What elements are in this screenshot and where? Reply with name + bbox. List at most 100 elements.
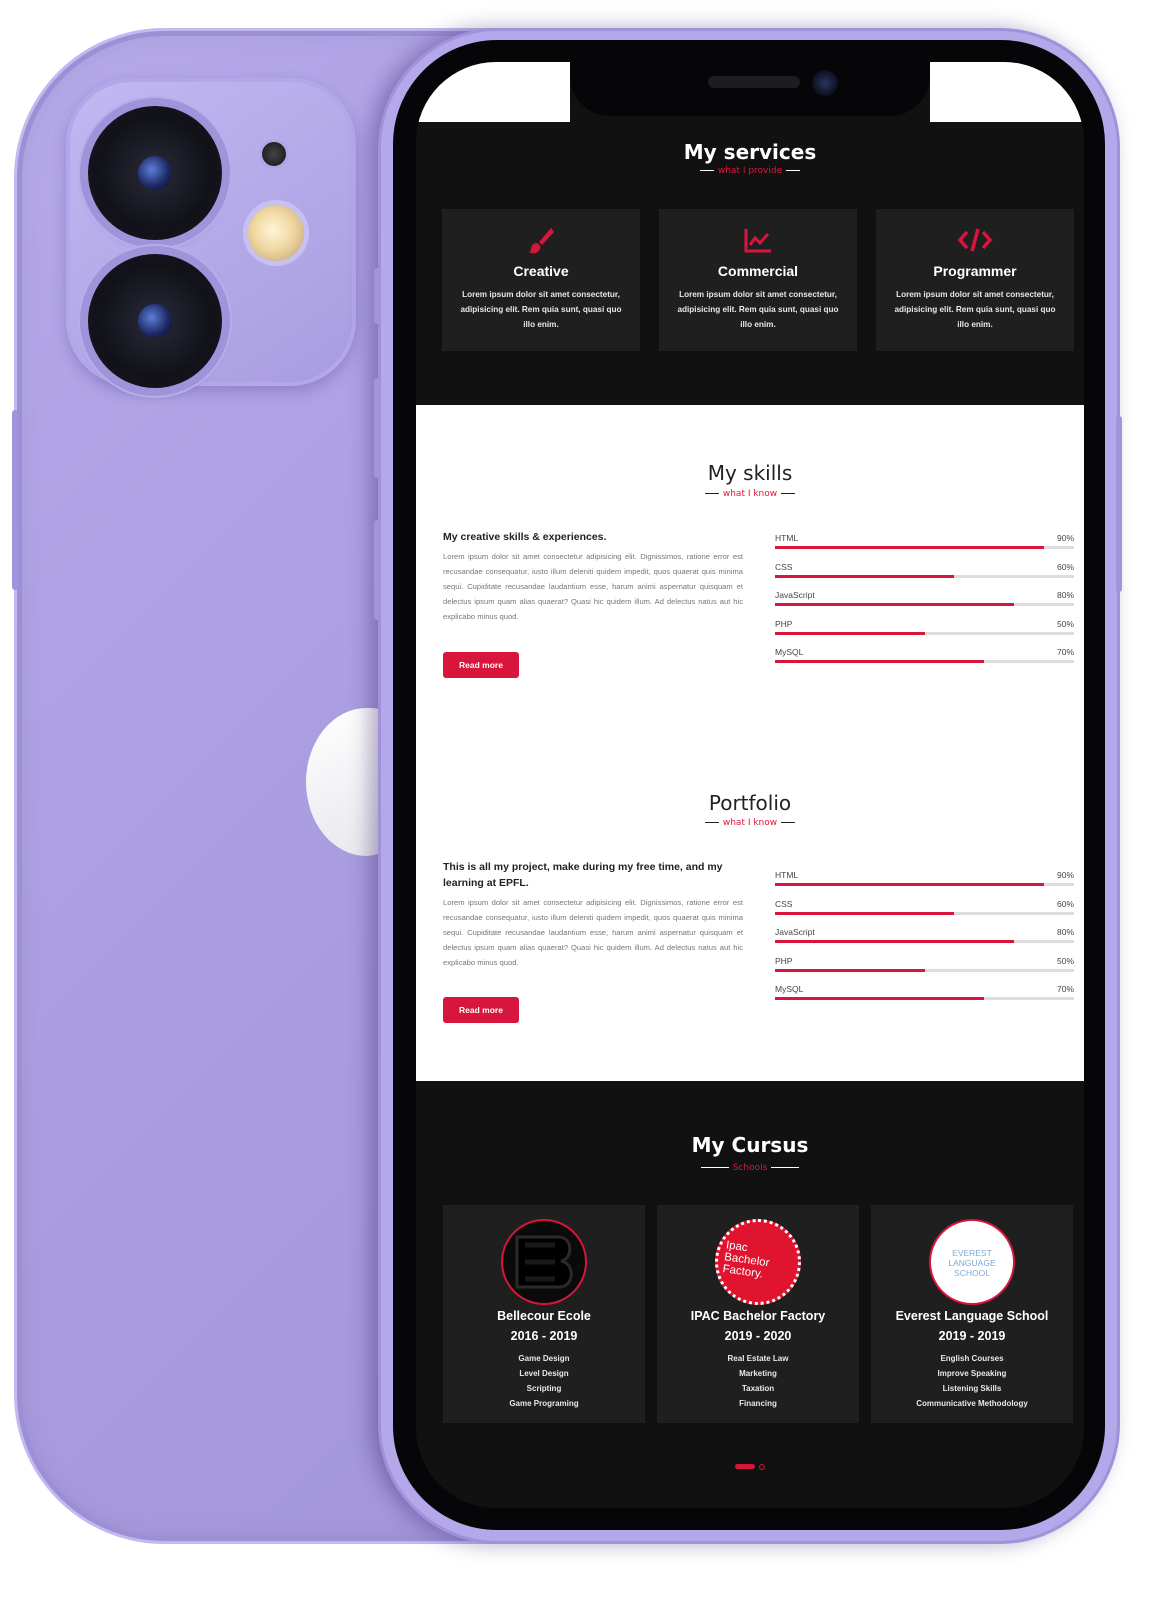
service-card-programmer[interactable]: Programmer Lorem ipsum dolor sit amet co… (876, 209, 1074, 351)
school-card-ipac[interactable]: Ipac Bachelor Factory. IPAC Bachelor Fac… (657, 1205, 859, 1423)
service-title: Creative (513, 263, 569, 279)
skill-bar-label: MySQL (775, 647, 804, 657)
skill-bar-label: PHP (775, 955, 793, 966)
school-name: IPAC Bachelor Factory (690, 1309, 826, 1323)
ipac-logo-icon: Ipac Bachelor Factory. (715, 1219, 801, 1305)
skill-bar-row: CSS 60% (775, 899, 1074, 928)
skill-bar-row: HTML 90% (775, 870, 1074, 899)
service-card-commercial[interactable]: Commercial Lorem ipsum dolor sit amet co… (659, 209, 857, 351)
school-item: Marketing (739, 1369, 777, 1378)
school-item: Financing (739, 1399, 777, 1408)
skill-bar-row: PHP 50% (775, 619, 1074, 648)
skill-bar-percent: 80% (1056, 590, 1074, 600)
portfolio-subtitle: what I know (416, 818, 1084, 828)
skills-read-more-button[interactable]: Read more (443, 652, 519, 678)
skill-bar-label: JavaScript (775, 590, 815, 600)
skill-bar-row: CSS 60% (775, 562, 1074, 591)
portfolio-text: Lorem ipsum dolor sit amet consectetur a… (443, 898, 743, 967)
volume-button-mid (374, 378, 380, 478)
volume-button-up (374, 268, 380, 324)
pager-dot-active[interactable] (735, 1464, 755, 1469)
skill-bar-percent: 50% (1056, 618, 1074, 629)
skill-bar-percent: 80% (1056, 927, 1074, 937)
skill-bar-label: HTML (775, 870, 799, 880)
skill-bar-label: HTML (775, 533, 799, 543)
skills-portfolio-section: My skills what I know My creative skills… (416, 405, 1084, 1081)
skill-bar-fill (775, 574, 955, 578)
school-items: Game Design Level Design Scripting Game … (443, 1351, 645, 1411)
school-items: Real Estate Law Marketing Taxation Finan… (657, 1351, 859, 1411)
service-desc: Lorem ipsum dolor sit amet consectetur, … (894, 290, 1056, 329)
chart-line-icon (659, 225, 857, 255)
microphone-dot (262, 142, 286, 166)
skills-title: My skills (707, 461, 793, 485)
services-subtitle: what I provide (416, 166, 1084, 176)
ipac-logo-text: Ipac Bachelor Factory. (721, 1239, 771, 1281)
skills-subtitle: what I know (416, 489, 1084, 499)
bellecour-logo-icon (501, 1219, 587, 1305)
school-item: Communicative Methodology (916, 1399, 1028, 1408)
school-card-everest[interactable]: EVEREST LANGUAGE SCHOOL Everest Language… (871, 1205, 1073, 1423)
skill-bar-percent: 90% (1056, 533, 1074, 543)
skill-bar-track (775, 997, 1074, 1000)
school-item: Real Estate Law (727, 1354, 789, 1363)
school-item: Game Programing (509, 1399, 579, 1408)
skill-bar-label: PHP (775, 618, 793, 629)
volume-button-down (374, 520, 380, 620)
skill-bar-row: HTML 90% (775, 533, 1074, 562)
school-item: Listening Skills (942, 1384, 1002, 1393)
skill-bar-fill (775, 660, 985, 663)
school-years: 2016 - 2019 (510, 1329, 578, 1343)
earpiece-speaker (708, 76, 800, 88)
skill-bar-percent: 50% (1056, 955, 1074, 966)
cursus-section: My Cursus Schools Bellecour Ecole 2016 -… (416, 1081, 1084, 1508)
skill-bar-row: MySQL 70% (775, 647, 1074, 676)
services-title: My services (683, 140, 817, 164)
school-card-bellecour[interactable]: Bellecour Ecole 2016 - 2019 Game Design … (443, 1205, 645, 1423)
skills-heading: My creative skills & experiences. (443, 531, 607, 543)
code-icon (876, 225, 1074, 255)
school-item: Scripting (526, 1384, 562, 1393)
skill-bar-track (775, 940, 1074, 943)
side-button (12, 410, 18, 590)
skill-bar-track (775, 546, 1074, 549)
school-item: Game Design (518, 1354, 570, 1363)
skill-bar-label: MySQL (775, 984, 804, 994)
skill-bar-track (775, 883, 1074, 886)
school-item: Taxation (741, 1384, 775, 1393)
everest-logo-icon: EVEREST LANGUAGE SCHOOL (929, 1219, 1015, 1305)
status-bar-left (416, 62, 570, 122)
school-items: English Courses Improve Speaking Listeni… (871, 1351, 1073, 1411)
everest-logo-text: EVEREST LANGUAGE SCHOOL (948, 1248, 996, 1278)
portfolio-heading: This is all my project, make during my f… (443, 861, 723, 889)
page-indicator[interactable] (416, 1456, 1084, 1475)
skill-bar-row: MySQL 70% (775, 984, 1074, 1013)
front-camera-icon (812, 70, 838, 96)
skill-bar-fill (775, 883, 1045, 886)
skill-bar-fill (775, 546, 1045, 549)
service-card-creative[interactable]: Creative Lorem ipsum dolor sit amet cons… (442, 209, 640, 351)
skill-bar-label: CSS (775, 898, 793, 909)
skill-bar-fill (775, 911, 955, 915)
skill-bar-track (775, 660, 1074, 663)
portfolio-read-more-button[interactable]: Read more (443, 997, 519, 1023)
skill-bar-fill (775, 997, 985, 1000)
portfolio-title: Portfolio (708, 791, 792, 815)
school-years: 2019 - 2019 (938, 1329, 1006, 1343)
status-bar-right (930, 62, 1084, 122)
skill-bar-fill (775, 631, 925, 635)
cursus-title: My Cursus (691, 1133, 809, 1157)
service-title: Commercial (717, 263, 799, 279)
pager-dot[interactable] (759, 1463, 765, 1470)
school-name: Everest Language School (895, 1309, 1049, 1323)
skill-bar-row: JavaScript 80% (775, 590, 1074, 619)
service-desc: Lorem ipsum dolor sit amet consectetur, … (460, 290, 622, 329)
camera-flash (248, 205, 304, 261)
skill-bar-fill (775, 968, 925, 972)
camera-lens-top (88, 106, 222, 240)
paintbrush-icon (442, 225, 640, 255)
skill-bar-label: CSS (775, 561, 793, 572)
skill-bar-track (775, 968, 1074, 972)
phone-screen[interactable]: My services what I provide Creative Lore… (416, 62, 1084, 1508)
skill-bar-row: JavaScript 80% (775, 927, 1074, 956)
